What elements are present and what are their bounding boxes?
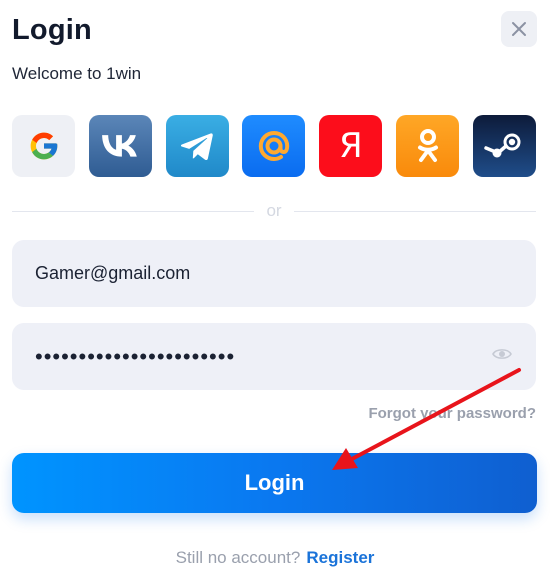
yandex-login-button[interactable]: Я bbox=[319, 115, 383, 177]
odnoklassniki-icon bbox=[417, 129, 438, 162]
page-title: Login bbox=[12, 14, 92, 46]
or-label: or bbox=[266, 201, 282, 220]
google-icon bbox=[30, 132, 57, 160]
vk-icon bbox=[102, 135, 138, 157]
password-input[interactable] bbox=[35, 343, 513, 370]
close-button[interactable] bbox=[501, 11, 537, 47]
register-link[interactable]: Register bbox=[306, 548, 374, 567]
register-prompt: Still no account? Register bbox=[0, 548, 550, 568]
login-button[interactable]: Login bbox=[12, 453, 537, 513]
email-field[interactable] bbox=[12, 240, 536, 307]
telegram-login-button[interactable] bbox=[165, 115, 229, 177]
vk-login-button[interactable] bbox=[88, 115, 152, 177]
yandex-icon: Я bbox=[339, 126, 363, 166]
welcome-subtitle: Welcome to 1win bbox=[12, 64, 142, 83]
forgot-password-link[interactable]: Forgot your password? bbox=[368, 405, 536, 422]
or-divider: or bbox=[12, 200, 536, 222]
divider-line-left bbox=[12, 210, 255, 212]
no-account-text: Still no account? bbox=[175, 548, 301, 567]
steam-login-button[interactable] bbox=[472, 115, 536, 177]
email-input[interactable] bbox=[35, 263, 513, 284]
mail-at-icon bbox=[258, 130, 290, 162]
social-login-row: Я bbox=[12, 115, 536, 177]
divider-line-right bbox=[293, 210, 536, 212]
close-icon bbox=[512, 22, 526, 36]
odnoklassniki-login-button[interactable] bbox=[396, 115, 460, 177]
password-field[interactable] bbox=[12, 323, 536, 390]
telegram-icon bbox=[181, 133, 213, 160]
mail-login-button[interactable] bbox=[242, 115, 306, 177]
steam-icon bbox=[484, 133, 521, 158]
google-login-button[interactable] bbox=[12, 115, 75, 177]
show-password-eye-icon[interactable] bbox=[492, 347, 512, 361]
